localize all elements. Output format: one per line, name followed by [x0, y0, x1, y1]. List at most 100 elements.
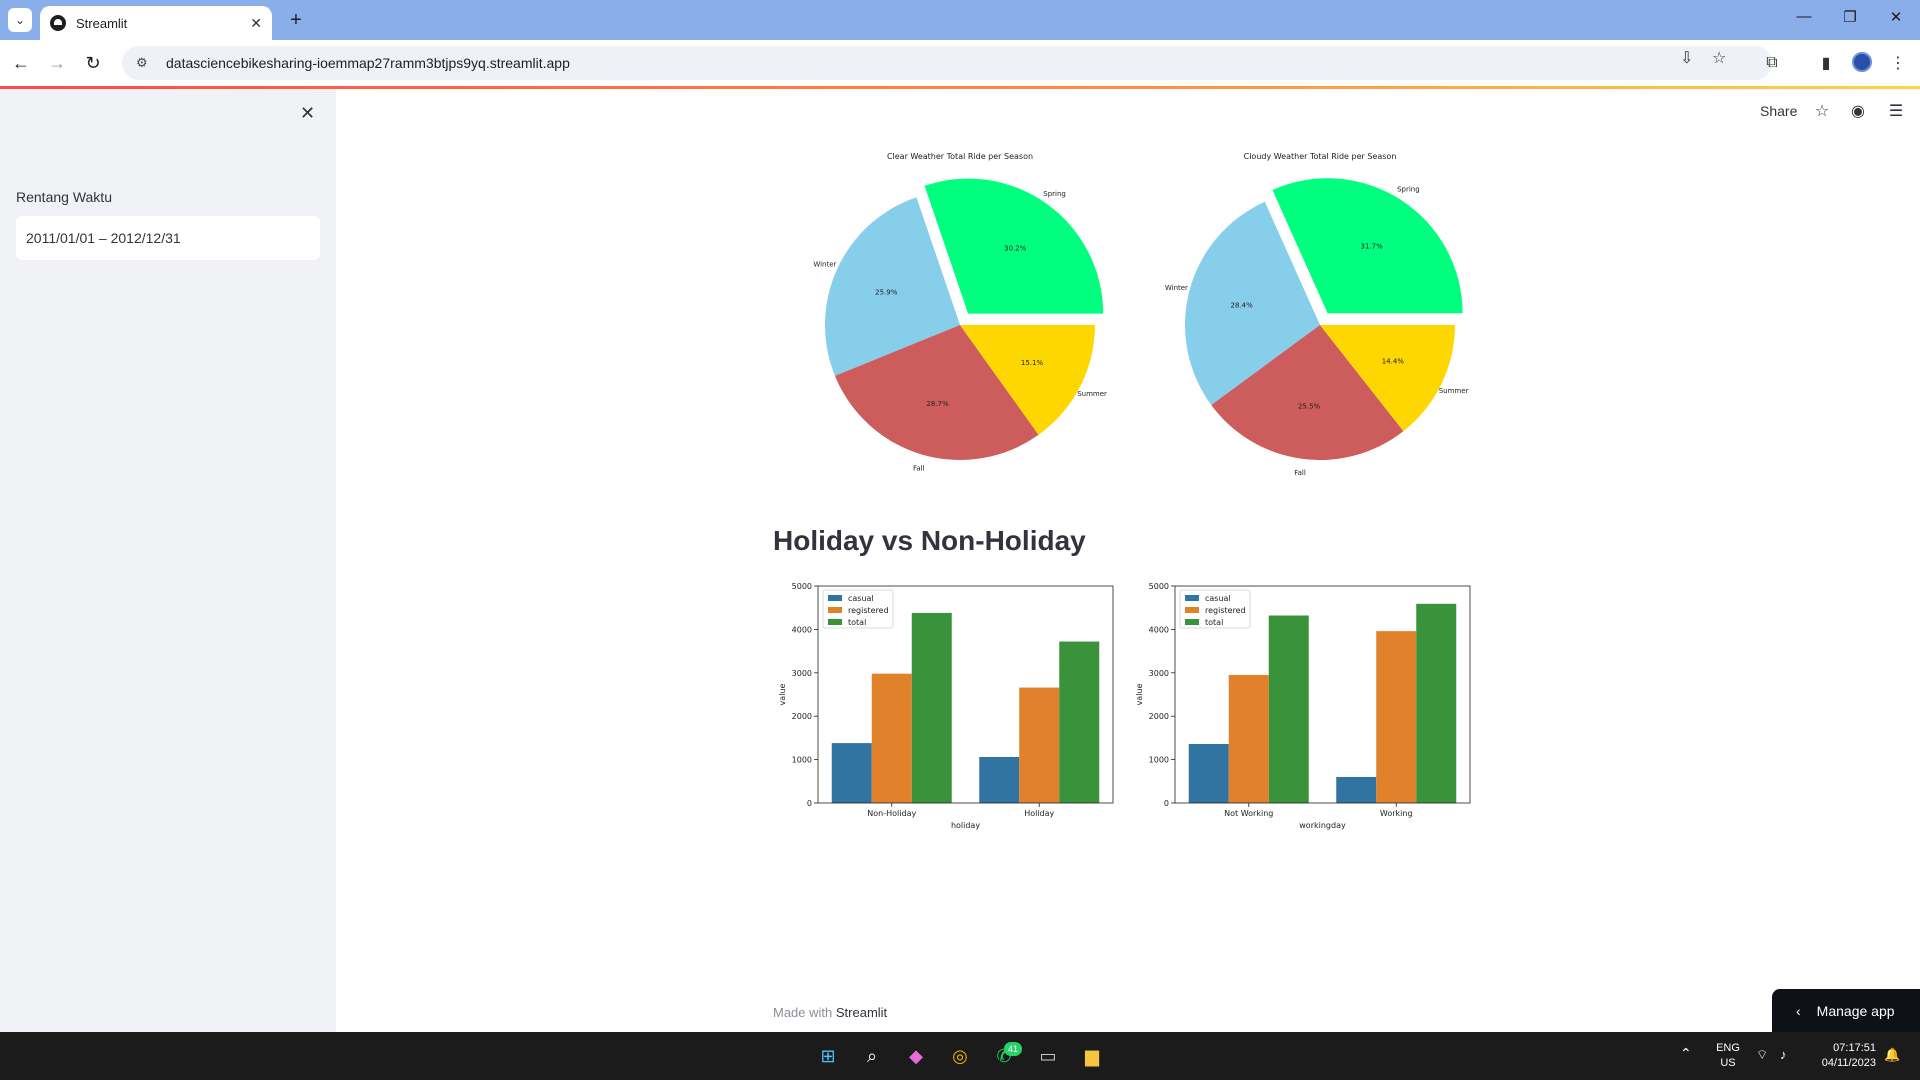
pie-label-spring: Spring — [1043, 190, 1066, 198]
reload-icon[interactable]: ↻ — [80, 50, 106, 76]
minimize-icon[interactable]: — — [1784, 8, 1824, 25]
pie-pct-label-winter: 28.4% — [1231, 301, 1254, 309]
legend-swatch-registered — [1185, 607, 1199, 613]
y-tick-label: 0 — [807, 799, 812, 808]
back-arrow-icon[interactable]: ← — [8, 50, 34, 76]
y-tick-label: 4000 — [792, 625, 812, 634]
extensions-puzzle-icon[interactable]: ⧉ — [1760, 51, 1784, 75]
y-tick-label: 2000 — [792, 712, 812, 721]
main-menu-hamburger-icon[interactable]: ☰ — [1886, 101, 1906, 121]
cloudy-weather-pie-chart: Cloudy Weather Total Ride per Season 31.7… — [1165, 152, 1469, 475]
wifi-icon[interactable]: ⌔ — [1756, 1047, 1768, 1062]
holiday-bar-chart: 0 1000 2000 3000 4000 5000 Non-Holiday Holiday h… — [773, 580, 1121, 832]
y-tick-label: 1000 — [1149, 756, 1169, 765]
pie-pct-label-fall: 28.7% — [926, 400, 949, 408]
volume-icon[interactable]: ♪ — [1780, 1047, 1787, 1062]
pie-pct-label-fall: 25.5% — [1298, 402, 1321, 410]
tab-close-icon[interactable]: ✕ — [250, 15, 262, 32]
windows-start-icon[interactable]: ⊞ — [812, 1040, 844, 1072]
legend-swatch-registered — [828, 607, 842, 613]
bar-casual — [1336, 776, 1377, 803]
browser-tab-streamlit[interactable]: Streamlit ✕ — [40, 6, 272, 40]
tab-list-chevron-icon[interactable]: ⌄ — [8, 8, 32, 32]
url-text: datasciencebikesharing-ioemmap27ramm3btj… — [166, 55, 570, 71]
file-explorer-icon[interactable]: ▆ — [1076, 1040, 1108, 1072]
search-icon[interactable]: ⌕ — [856, 1040, 888, 1072]
manage-app-button[interactable]: ‹ Manage app — [1772, 989, 1920, 1032]
clock-date: 04/11/2023 — [1821, 1057, 1876, 1069]
site-settings-icon[interactable]: ⚙ — [136, 55, 154, 71]
pie-pct-label-spring: 31.7% — [1361, 242, 1384, 250]
forward-arrow-icon[interactable]: → — [44, 50, 70, 76]
browser-toolbar: ← → ↻ ⚙ datasciencebikesharing-ioemmap27… — [0, 40, 1920, 86]
pie-pct-label-spring: 30.2% — [1004, 245, 1027, 253]
bar-registered — [1019, 687, 1060, 803]
bar-total — [1268, 615, 1309, 803]
legend-label-total: total — [1205, 618, 1223, 627]
pie-label-summer: Summer — [1439, 387, 1469, 395]
x-tick-label: Non-Holiday — [867, 809, 916, 818]
bar-registered — [1228, 674, 1269, 803]
copilot-icon[interactable]: ◆ — [900, 1040, 932, 1072]
x-tick-label: Working — [1380, 809, 1413, 818]
language-indicator[interactable]: ENG US — [1714, 1041, 1742, 1071]
legend: casual registered total — [822, 589, 894, 629]
share-button[interactable]: Share — [1760, 103, 1797, 119]
github-icon[interactable]: ◉ — [1848, 101, 1868, 121]
tab-title: Streamlit — [76, 15, 128, 31]
date-range-input[interactable]: 2011/01/01 – 2012/12/31 — [16, 216, 320, 260]
pie-label-fall: Fall — [1294, 469, 1306, 475]
browser-tab-bar: ⌄ Streamlit ✕ + — ❐ ✕ — [0, 0, 1920, 40]
section-heading: Holiday vs Non-Holiday — [773, 525, 1086, 556]
pie-label-summer: Summer — [1077, 390, 1107, 398]
bar-casual — [979, 756, 1020, 803]
pie-title: Clear Weather Total Ride per Season — [887, 152, 1033, 161]
clock[interactable]: 07:17:51 04/11/2023 — [1806, 1041, 1876, 1071]
window-close-icon[interactable]: ✕ — [1876, 8, 1916, 26]
bar-registered — [871, 673, 912, 803]
x-tick-label: Not Working — [1224, 809, 1273, 818]
restore-icon[interactable]: ❐ — [1830, 8, 1870, 26]
bar-total — [1059, 641, 1100, 803]
legend-swatch-casual — [828, 595, 842, 601]
y-tick-label: 3000 — [1149, 669, 1169, 678]
pie-pct-label-summer: 15.1% — [1021, 359, 1044, 367]
streamlit-link[interactable]: Streamlit — [836, 1005, 887, 1020]
y-axis-label: value — [1135, 684, 1144, 706]
y-tick-label: 0 — [1164, 799, 1169, 808]
workingday-bar-chart: 0 1000 2000 3000 4000 5000 Not Working Working w… — [1130, 580, 1478, 832]
legend-swatch-total — [1185, 619, 1199, 625]
legend-swatch-casual — [1185, 595, 1199, 601]
legend-label-registered: registered — [848, 606, 889, 615]
profile-avatar[interactable] — [1852, 52, 1872, 72]
terminal-icon[interactable]: ▭ — [1032, 1040, 1064, 1072]
new-tab-plus-icon[interactable]: + — [284, 8, 308, 32]
bookmark-star-icon[interactable]: ☆ — [1712, 48, 1726, 68]
y-axis-label: value — [778, 684, 787, 706]
y-tick-label: 5000 — [1149, 582, 1169, 591]
address-bar[interactable]: ⚙ datasciencebikesharing-ioemmap27ramm3b… — [122, 46, 1772, 80]
streamlit-favicon-icon — [50, 15, 66, 31]
chrome-icon[interactable]: ◎ — [944, 1040, 976, 1072]
whatsapp-badge: 41 — [1004, 1042, 1022, 1056]
pie-pct-label-summer: 14.4% — [1382, 357, 1405, 365]
legend-label-casual: casual — [848, 594, 874, 603]
side-panel-icon[interactable]: ▮ — [1814, 51, 1838, 75]
tray-chevron-up-icon[interactable]: ⌃ — [1680, 1046, 1692, 1061]
legend-label-registered: registered — [1205, 606, 1246, 615]
notification-bell-icon[interactable]: 🔔 — [1884, 1047, 1900, 1062]
pie-pct-label-winter: 25.9% — [875, 288, 898, 296]
browser-menu-kebab-icon[interactable]: ⋮ — [1886, 51, 1910, 75]
y-tick-label: 4000 — [1149, 625, 1169, 634]
favorite-star-icon[interactable]: ☆ — [1812, 101, 1832, 121]
bar-total — [1416, 603, 1457, 803]
sidebar-close-icon[interactable]: ✕ — [300, 103, 315, 124]
install-app-icon[interactable]: ⇩ — [1680, 48, 1693, 68]
bar-registered — [1376, 631, 1417, 803]
bar-casual — [831, 743, 872, 803]
pie-label-spring: Spring — [1397, 186, 1420, 194]
pie-label-winter: Winter — [1165, 284, 1188, 292]
y-tick-label: 5000 — [792, 582, 812, 591]
footer-made-with: Made with Streamlit — [773, 1005, 887, 1020]
chevron-left-icon: ‹ — [1796, 1002, 1801, 1019]
